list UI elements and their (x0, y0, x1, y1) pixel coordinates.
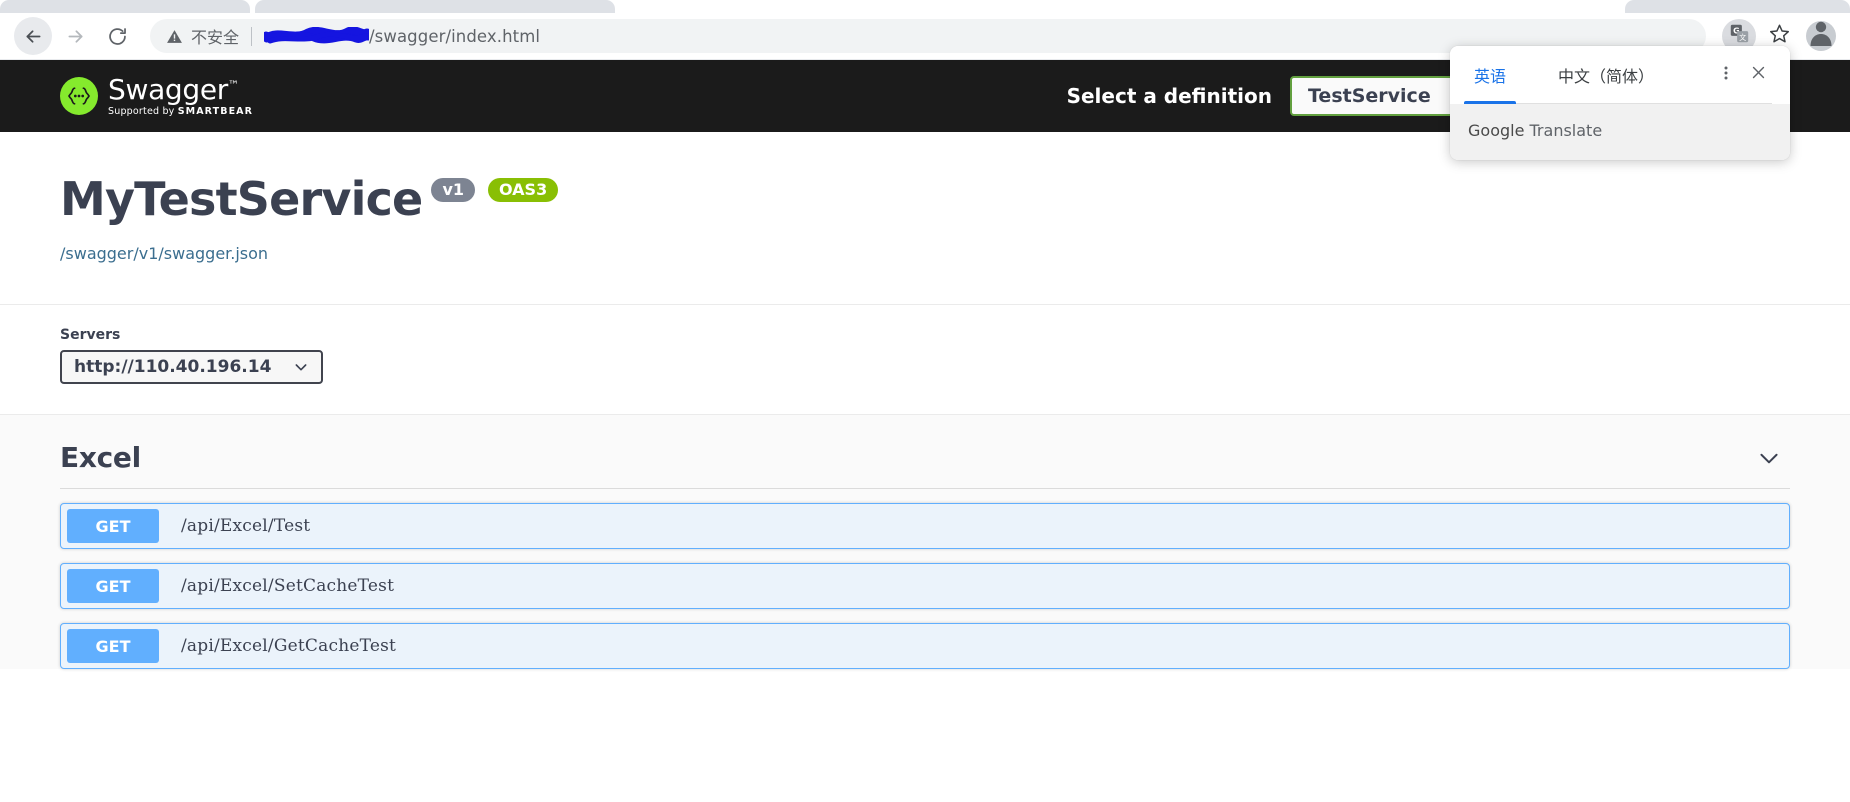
operation-path: /api/Excel/Test (181, 516, 311, 536)
operation-row[interactable]: GET /api/Excel/Test (60, 503, 1790, 549)
forward-button[interactable] (56, 17, 94, 55)
operation-row[interactable]: GET /api/Excel/GetCacheTest (60, 623, 1790, 669)
redacted-host (264, 27, 370, 45)
svg-text:文: 文 (1739, 33, 1746, 42)
translate-options-button[interactable] (1712, 61, 1740, 89)
avatar-icon (1806, 21, 1836, 51)
swagger-logo-subtitle: Supported by SMARTBEAR (108, 107, 253, 117)
chevron-down-icon[interactable] (1756, 445, 1790, 471)
browser-tab[interactable] (0, 0, 250, 13)
tab-strip (0, 0, 1850, 13)
profile-button[interactable] (1806, 21, 1836, 51)
version-badge: v1 (431, 178, 475, 202)
back-button[interactable] (14, 17, 52, 55)
url-path-text: /swagger/index.html (369, 26, 541, 46)
security-status-label: 不安全 (191, 28, 240, 47)
google-translate-popup: 英语 中文（简体） Google Translate (1450, 46, 1790, 160)
back-arrow-icon (23, 26, 44, 47)
translate-icon: G 文 (1730, 24, 1749, 48)
forward-arrow-icon (65, 26, 86, 47)
kebab-menu-icon (1718, 65, 1734, 86)
reload-button[interactable] (98, 17, 136, 55)
browser-window: 不安全 /swagger/index.html G 文 英语 中文（简体） Go… (0, 0, 1850, 802)
operation-path: /api/Excel/SetCacheTest (181, 576, 395, 596)
server-select[interactable]: http://110.40.196.14 (60, 350, 324, 384)
swagger-logo-name: Swagger™ (108, 72, 253, 106)
tag-header[interactable]: Excel (60, 441, 1790, 489)
translate-language-tabs: 英语 中文（简体） (1450, 46, 1790, 104)
swagger-json-link[interactable]: /swagger/v1/swagger.json (60, 244, 268, 263)
supported-by-text: Supported by (108, 105, 178, 117)
browser-tab[interactable] (1625, 0, 1850, 13)
servers-label: Servers (60, 327, 121, 343)
brand-google: Google (1468, 121, 1525, 140)
server-select-value: http://110.40.196.14 (74, 357, 272, 377)
swagger-logo[interactable]: Swagger™ Supported by SMARTBEAR (60, 72, 253, 117)
http-method-badge: GET (67, 629, 159, 663)
reload-icon (107, 26, 128, 47)
page-title: MyTestService (60, 172, 423, 226)
chevron-down-icon (293, 359, 309, 375)
smartbear-text: SMARTBEAR (177, 105, 254, 117)
close-icon (1750, 64, 1767, 86)
brand-translate: Translate (1524, 121, 1603, 140)
api-title-row: MyTestService v1 OAS3 (60, 176, 1790, 222)
not-secure-warning-icon (166, 28, 183, 45)
browser-tab-active[interactable] (255, 0, 615, 13)
omnibox-divider (251, 26, 253, 46)
logo-name-text: Swagger (108, 72, 229, 106)
servers-block: Servers http://110.40.196.14 (0, 305, 1850, 415)
logo-trademark: ™ (228, 78, 239, 92)
tab-chinese-simplified[interactable]: 中文（简体） (1552, 46, 1660, 104)
swagger-wordmark: Swagger™ Supported by SMARTBEAR (108, 72, 253, 117)
translate-footer: Google Translate (1450, 104, 1790, 160)
translate-close-button[interactable] (1744, 61, 1772, 89)
swagger-mark-icon (60, 77, 98, 115)
http-method-badge: GET (67, 569, 159, 603)
operation-path: /api/Excel/GetCacheTest (181, 636, 397, 656)
url-text-wrap: /swagger/index.html (264, 27, 540, 46)
tag-name: Excel (60, 441, 141, 474)
select-definition-label: Select a definition (1066, 84, 1272, 108)
google-translate-brand: Google Translate (1468, 121, 1602, 140)
oas-badge: OAS3 (488, 178, 559, 202)
operation-row[interactable]: GET /api/Excel/SetCacheTest (60, 563, 1790, 609)
tab-english[interactable]: 英语 (1463, 46, 1517, 104)
http-method-badge: GET (67, 509, 159, 543)
tag-section-excel: Excel GET /api/Excel/Test GET /api/Excel… (0, 415, 1850, 669)
